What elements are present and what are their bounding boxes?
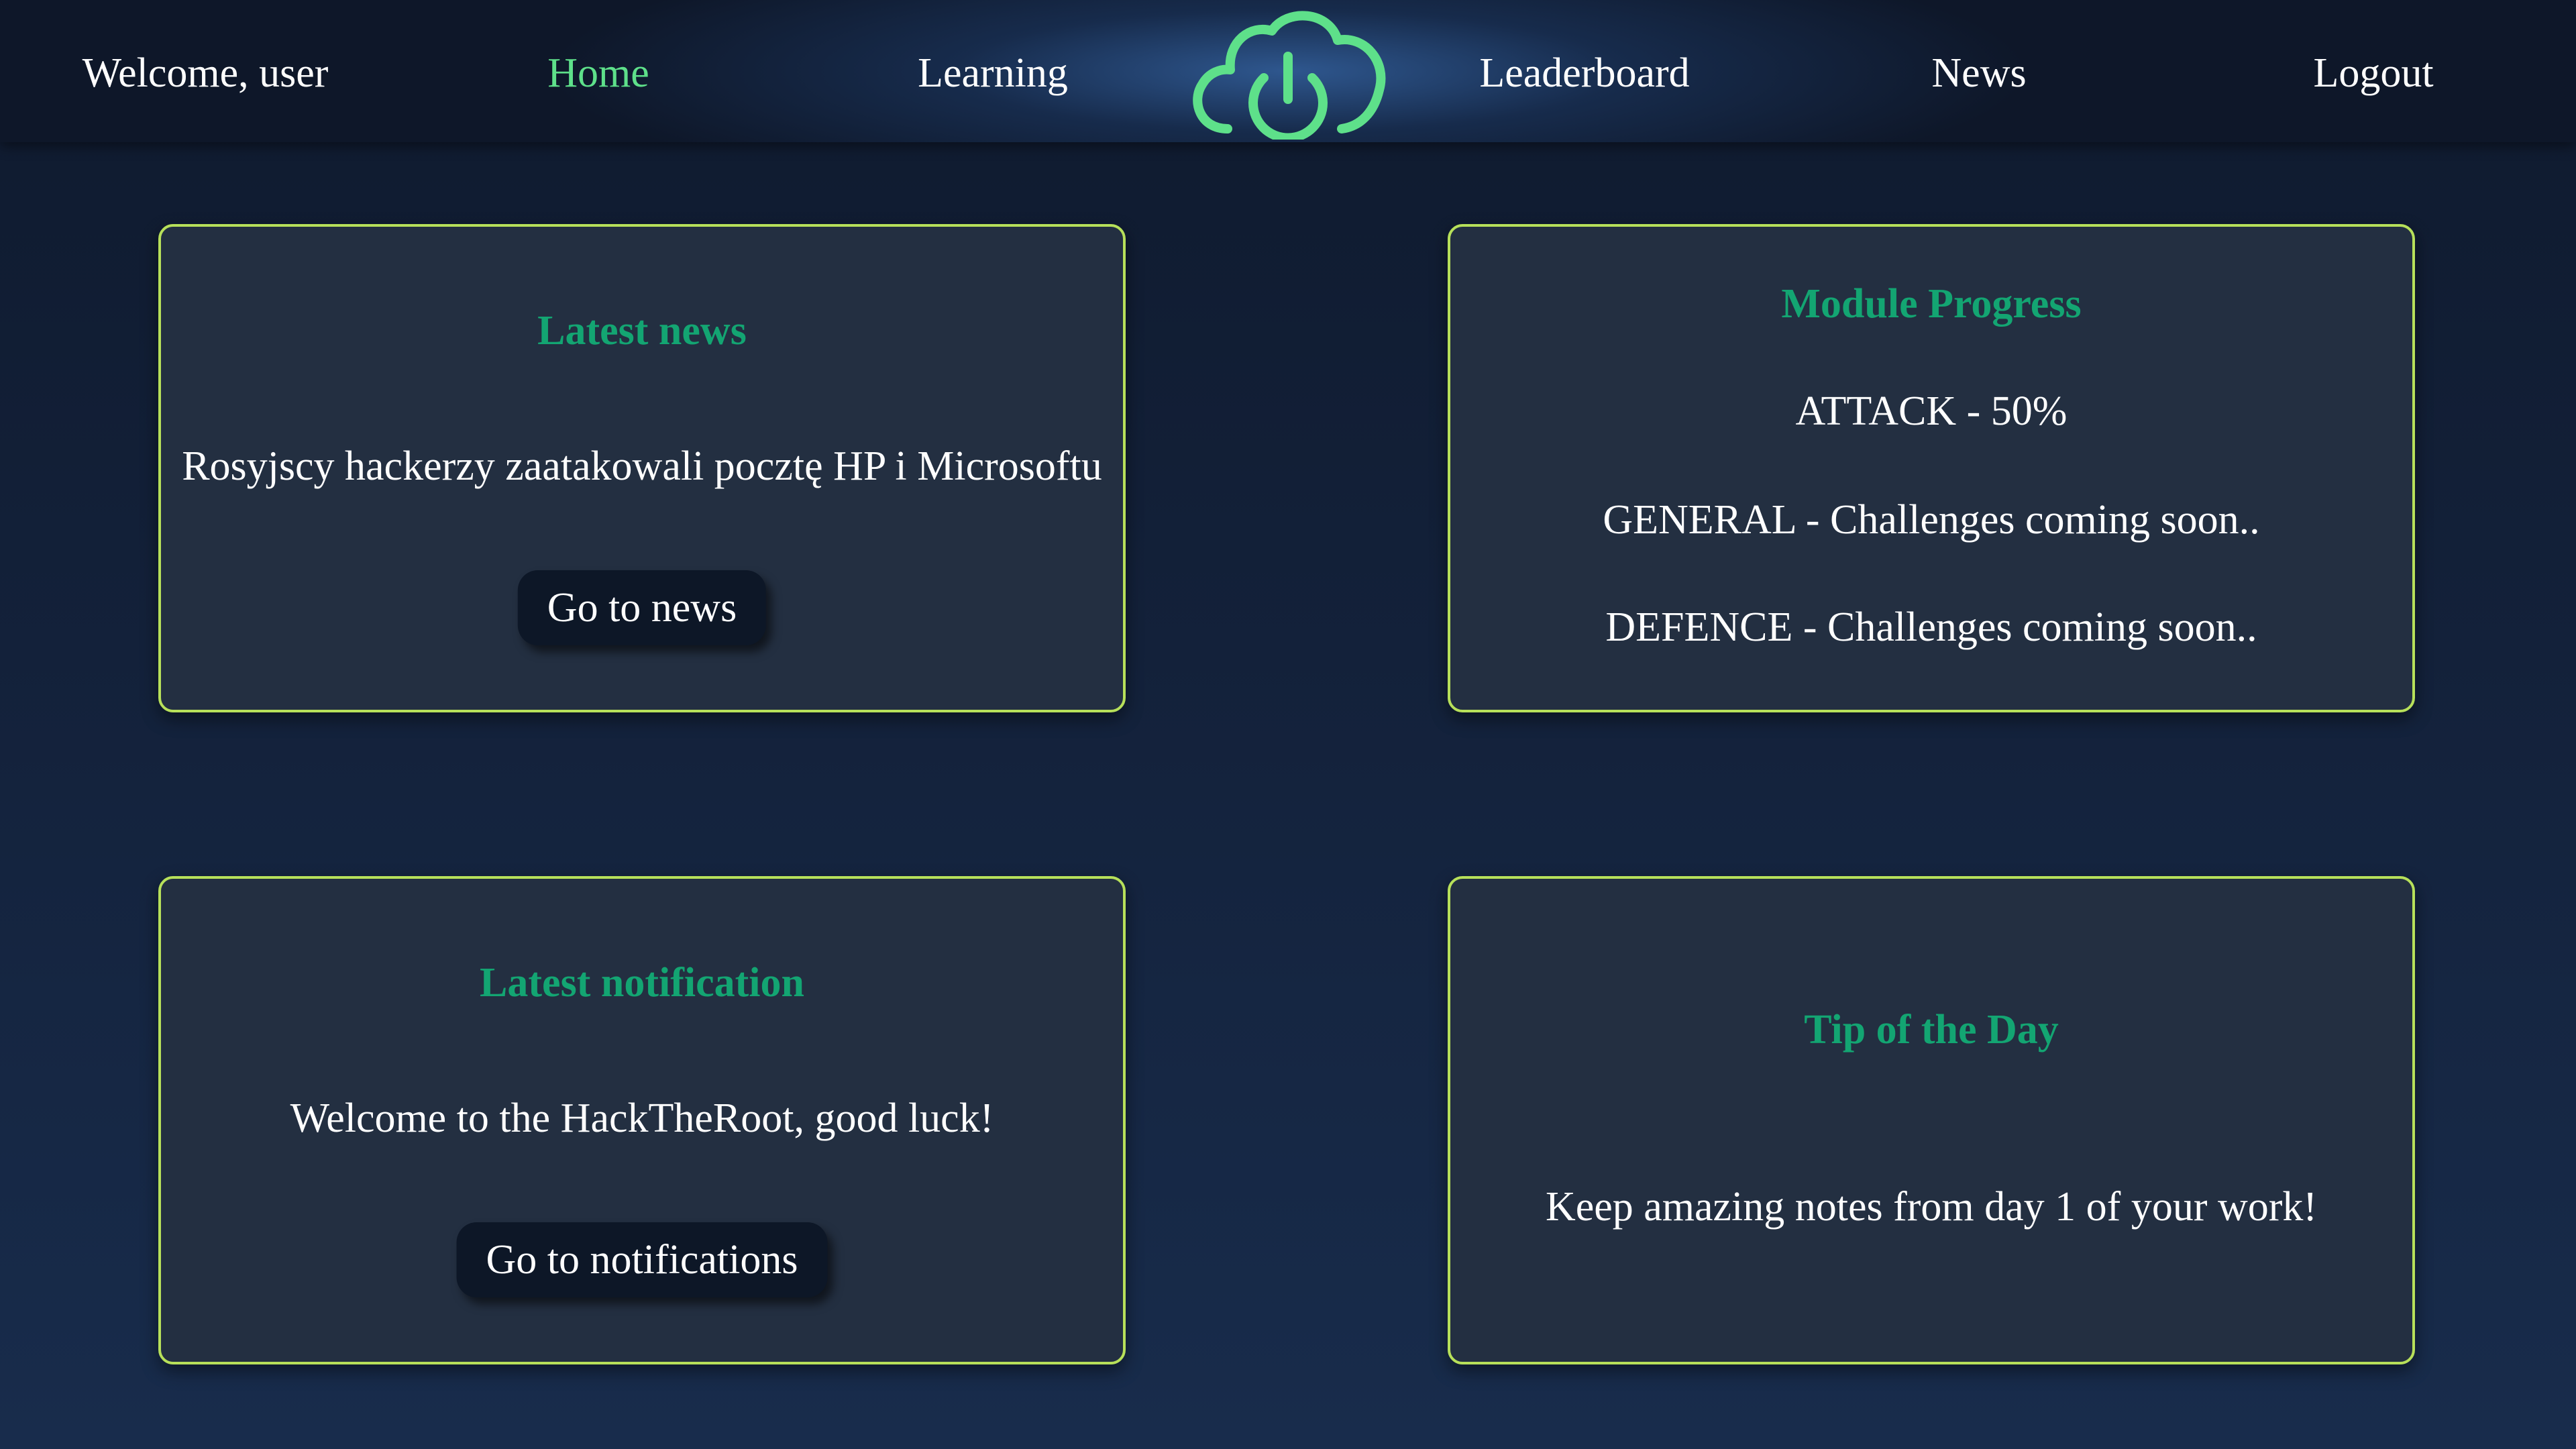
go-to-notifications-button[interactable]: Go to notifications bbox=[456, 1222, 828, 1297]
latest-notification-title: Latest notification bbox=[480, 960, 804, 1006]
top-navbar: Welcome, user Home Learning Leaderboard … bbox=[0, 0, 2576, 143]
latest-news-card: Latest news Rosyjscy hackerzy zaatakowal… bbox=[158, 224, 1126, 712]
latest-news-text: Rosyjscy hackerzy zaatakowali pocztę HP … bbox=[182, 443, 1102, 489]
tip-of-the-day-text: Keep amazing notes from day 1 of your wo… bbox=[1545, 1184, 2318, 1230]
module-progress-card: Module Progress ATTACK - 50% GENERAL - C… bbox=[1448, 224, 2415, 712]
latest-notification-card: Latest notification Welcome to the HackT… bbox=[158, 876, 1126, 1364]
welcome-text: Welcome, user bbox=[82, 50, 329, 96]
module-defence-progress: DEFENCE - Challenges coming soon.. bbox=[1605, 604, 2257, 650]
tip-of-the-day-card: Tip of the Day Keep amazing notes from d… bbox=[1448, 876, 2415, 1364]
tip-of-the-day-title: Tip of the Day bbox=[1804, 1007, 2059, 1053]
nav-news-link[interactable]: News bbox=[1931, 47, 2026, 99]
module-general-progress: GENERAL - Challenges coming soon.. bbox=[1603, 497, 2260, 543]
nav-logout-link[interactable]: Logout bbox=[2313, 47, 2433, 99]
nav-learning-link[interactable]: Learning bbox=[918, 47, 1068, 99]
nav-leaderboard-link[interactable]: Leaderboard bbox=[1479, 47, 1689, 99]
module-progress-title: Module Progress bbox=[1781, 281, 2082, 327]
latest-news-title: Latest news bbox=[537, 308, 747, 354]
cloud-power-icon[interactable] bbox=[1189, 5, 1387, 143]
go-to-news-button[interactable]: Go to news bbox=[517, 570, 767, 645]
nav-home-link[interactable]: Home bbox=[547, 47, 649, 99]
latest-notification-text: Welcome to the HackTheRoot, good luck! bbox=[290, 1095, 994, 1141]
module-attack-progress: ATTACK - 50% bbox=[1795, 388, 2068, 434]
